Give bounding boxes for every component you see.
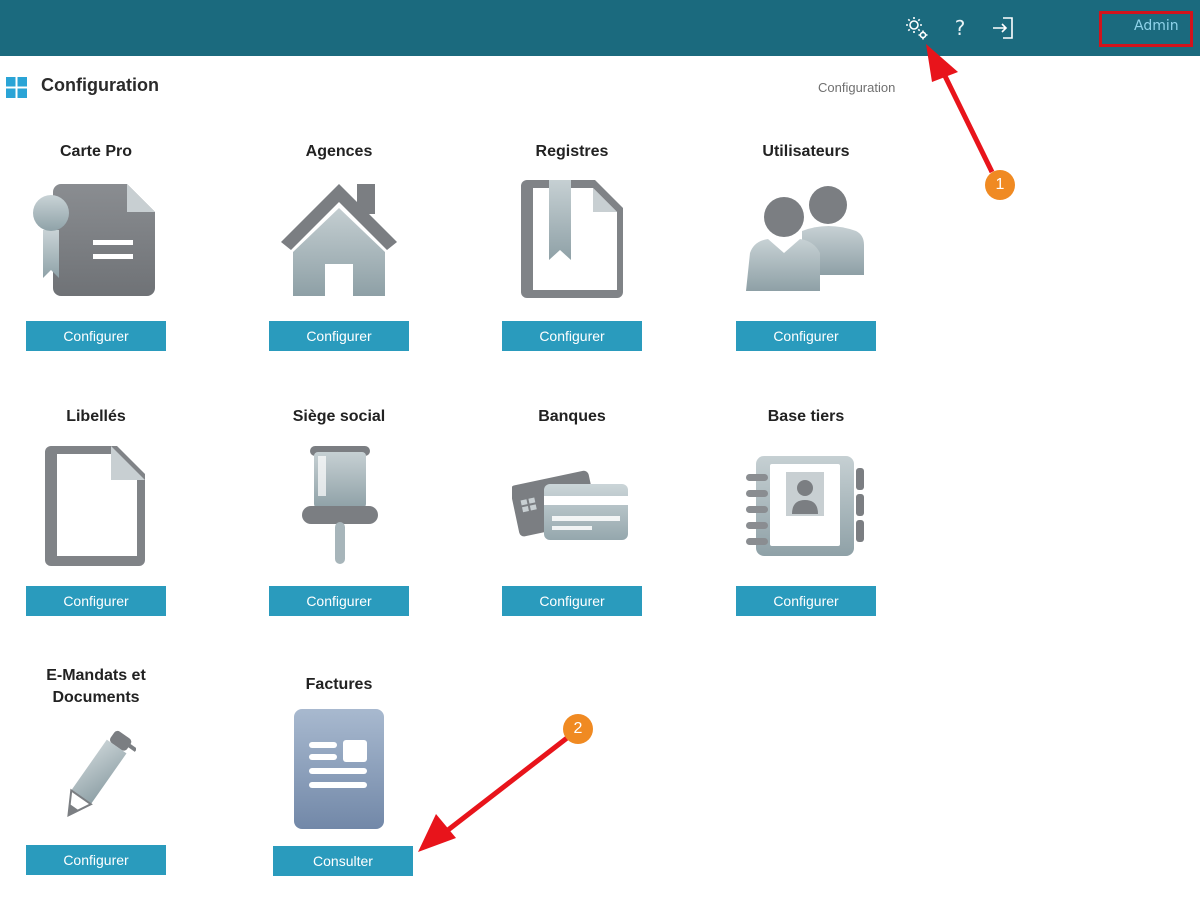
tile-title-libelles: Libellés [66, 408, 126, 425]
tile-title-banques: Banques [538, 408, 606, 425]
configure-button-carte-pro[interactable]: Configurer [26, 321, 166, 351]
sign-in-icon[interactable] [989, 14, 1017, 42]
tile-title-siege-social: Siège social [292, 408, 386, 425]
address-book-icon[interactable] [746, 454, 866, 562]
tile-title-agences: Agences [305, 143, 373, 160]
annotation-arrows [418, 44, 995, 852]
annotation-badge-1: 1 [985, 170, 1015, 200]
configure-button-registres[interactable]: Configurer [502, 321, 642, 351]
users-icon[interactable] [746, 183, 866, 299]
house-icon[interactable] [279, 180, 399, 304]
configure-button-base-tiers[interactable]: Configurer [736, 586, 876, 616]
top-bar [0, 0, 1200, 56]
invoice-icon[interactable] [293, 708, 385, 834]
tile-title-base-tiers: Base tiers [767, 408, 845, 425]
tile-title-registres: Registres [535, 143, 609, 160]
tile-title-e-mandats: E-Mandats et Documents [26, 665, 166, 709]
tile-title-e-mandats-line1: E-Mandats et [46, 667, 146, 684]
windows-grid-icon [6, 77, 27, 98]
configure-button-utilisateurs[interactable]: Configurer [736, 321, 876, 351]
help-button[interactable]: ? [946, 14, 974, 42]
tile-title-factures: Factures [305, 676, 373, 693]
gears-icon[interactable] [903, 14, 931, 42]
credit-cards-icon[interactable] [510, 464, 632, 548]
tile-title-e-mandats-line2: Documents [52, 689, 140, 706]
configure-button-banques[interactable]: Configurer [502, 586, 642, 616]
pushpin-icon[interactable] [300, 446, 380, 570]
admin-user-link[interactable]: Admin [1134, 18, 1179, 34]
annotation-badge-2: 2 [563, 714, 593, 744]
breadcrumb[interactable]: Configuration [818, 80, 895, 95]
configure-button-libelles[interactable]: Configurer [26, 586, 166, 616]
configure-button-e-mandats[interactable]: Configurer [26, 845, 166, 875]
bookmark-document-icon[interactable] [521, 180, 625, 304]
blank-document-icon[interactable] [45, 446, 147, 570]
page-title: Configuration [41, 75, 159, 95]
certificate-icon[interactable] [33, 180, 158, 304]
configure-button-agences[interactable]: Configurer [269, 321, 409, 351]
tile-title-carte-pro: Carte Pro [59, 143, 133, 160]
configure-button-siege-social[interactable]: Configurer [269, 586, 409, 616]
pen-icon[interactable] [56, 726, 138, 830]
consult-button-factures[interactable]: Consulter [273, 846, 413, 876]
tile-title-utilisateurs: Utilisateurs [762, 143, 850, 160]
